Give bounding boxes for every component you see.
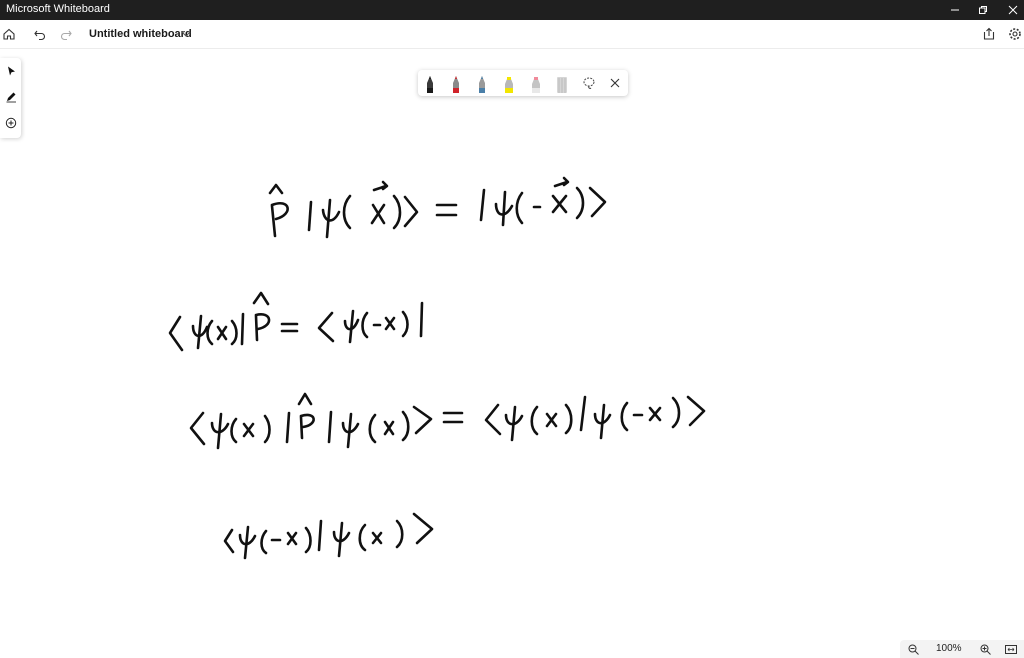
close-icon bbox=[1008, 5, 1018, 15]
redo-icon bbox=[61, 30, 72, 41]
close-window-button[interactable] bbox=[996, 0, 1024, 20]
restore-button[interactable] bbox=[966, 0, 1000, 20]
zoom-level: 100% bbox=[936, 643, 962, 654]
chevron-down-icon[interactable] bbox=[180, 27, 192, 41]
share-button[interactable] bbox=[980, 25, 998, 43]
zoom-out-icon bbox=[908, 644, 919, 655]
undo-button[interactable] bbox=[31, 25, 49, 43]
board-title[interactable]: Untitled whiteboard bbox=[89, 28, 192, 40]
close-icon[interactable] bbox=[609, 77, 621, 89]
redo-button[interactable] bbox=[57, 25, 75, 43]
ink-equation-3 bbox=[189, 392, 706, 450]
undo-icon bbox=[34, 30, 45, 41]
home-icon bbox=[3, 28, 15, 40]
pink-highlighter-icon[interactable] bbox=[529, 73, 543, 93]
home-button[interactable] bbox=[0, 25, 18, 43]
zoom-in-button[interactable] bbox=[978, 642, 992, 656]
eraser-icon[interactable] bbox=[555, 73, 569, 93]
app-toolbar: Untitled whiteboard bbox=[0, 20, 1024, 49]
ink-equation-2 bbox=[168, 291, 424, 352]
zoom-out-button[interactable] bbox=[906, 642, 920, 656]
black-pen-icon[interactable] bbox=[423, 73, 437, 93]
ink-expression-4 bbox=[223, 512, 434, 560]
app-title: Microsoft Whiteboard bbox=[6, 3, 110, 15]
zoom-bar: 100% bbox=[900, 640, 1024, 658]
blue-pen-icon[interactable] bbox=[475, 73, 489, 93]
fit-to-screen-button[interactable] bbox=[1004, 642, 1018, 656]
whiteboard-canvas[interactable] bbox=[0, 48, 1024, 640]
red-pen-icon[interactable] bbox=[449, 73, 463, 93]
restore-icon bbox=[979, 6, 987, 14]
gear-icon bbox=[1009, 28, 1021, 40]
zoom-in-icon bbox=[980, 644, 991, 655]
pen-tray bbox=[418, 70, 628, 96]
minimize-icon bbox=[951, 9, 959, 11]
fit-screen-icon bbox=[1005, 644, 1017, 654]
yellow-highlighter-icon[interactable] bbox=[502, 73, 516, 93]
share-icon bbox=[983, 27, 995, 40]
settings-button[interactable] bbox=[1006, 25, 1024, 43]
lasso-icon[interactable] bbox=[582, 76, 596, 90]
title-bar: Microsoft Whiteboard bbox=[0, 0, 1024, 20]
ink-equation-1 bbox=[268, 176, 607, 239]
